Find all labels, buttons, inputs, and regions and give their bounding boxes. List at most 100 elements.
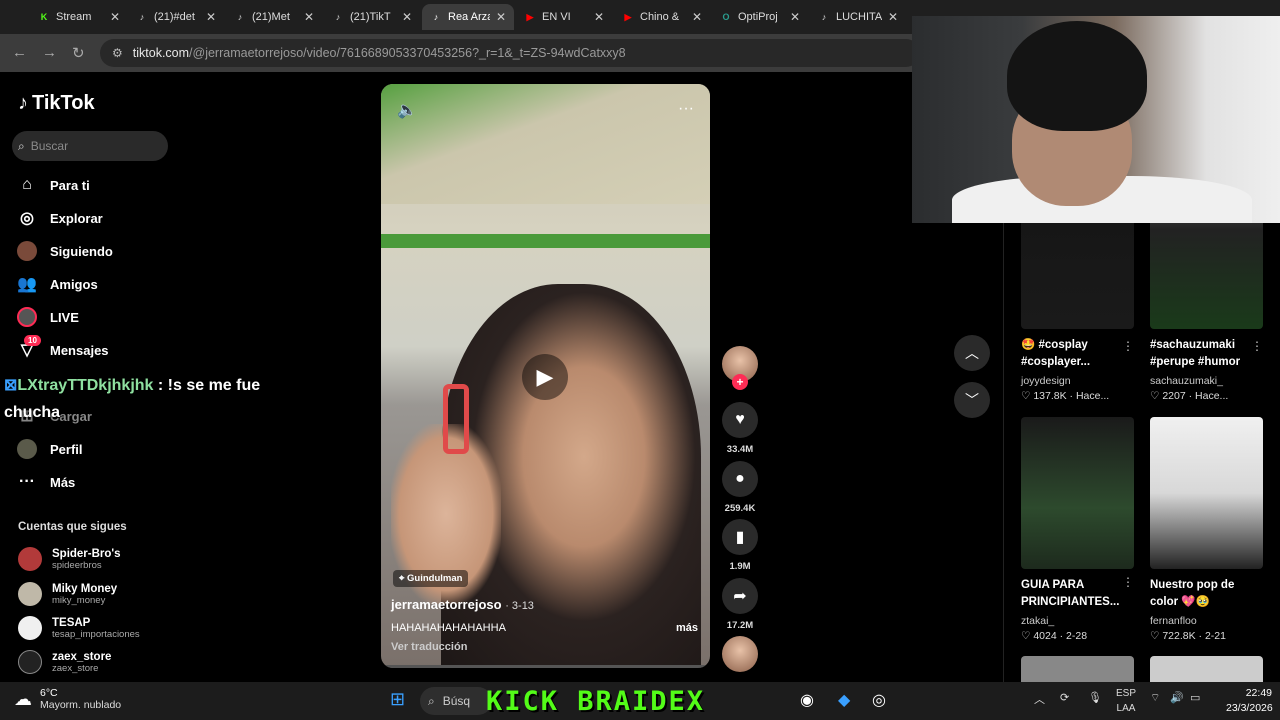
- nav-profile[interactable]: Perfil: [16, 436, 83, 462]
- site-settings-icon[interactable]: ⚙: [112, 46, 123, 60]
- reload-icon[interactable]: ↻: [72, 44, 85, 62]
- like-button[interactable]: ♥ 33.4M: [720, 402, 760, 455]
- location-tag[interactable]: ⌖ Guindulman: [393, 570, 469, 587]
- messages-icon: ▽ 10: [16, 335, 41, 361]
- nav-friends[interactable]: 👥 Amigos: [16, 271, 98, 297]
- weather-widget[interactable]: ☁ 6°C Mayorm. nublado: [14, 687, 121, 711]
- close-icon[interactable]: ✕: [402, 10, 412, 24]
- video-thumbnail: [1150, 417, 1263, 569]
- sync-icon[interactable]: ⟳: [1060, 691, 1069, 704]
- nav-following[interactable]: Siguiendo: [16, 238, 113, 264]
- nav-live[interactable]: LIVE: [16, 304, 79, 330]
- previous-video-button[interactable]: ︿: [954, 335, 990, 371]
- volume-icon[interactable]: 🔈: [397, 100, 417, 120]
- related-title: GUIA PARA PRINCIPIANTES...: [1021, 579, 1120, 608]
- close-icon[interactable]: ✕: [110, 10, 120, 24]
- browser-tab[interactable]: ▶ Chino & ✕: [614, 4, 710, 30]
- browser-tab-active[interactable]: ♪ Rea Arza ✕: [422, 4, 514, 30]
- video-caption: HAHAHAHAHAHAHHA: [391, 622, 506, 634]
- search-placeholder: Buscar: [30, 139, 69, 153]
- related-video-card[interactable]: ⋮ #sachauzumaki #perupe #humor sachauzum…: [1150, 82, 1263, 402]
- account-name: TESAP: [52, 616, 91, 629]
- mic-icon[interactable]: 🎙: [1088, 691, 1102, 704]
- video-player[interactable]: 🔈 ··· ▶ ⌖ Guindulman jerramaetorrejoso ·…: [381, 84, 710, 668]
- comment-button[interactable]: ● 259.4K: [720, 461, 760, 514]
- close-icon[interactable]: ✕: [888, 10, 898, 24]
- back-icon[interactable]: ←: [12, 44, 27, 61]
- chat-user-icon: ⊠: [4, 377, 18, 394]
- related-title: 🤩 #cosplay #cosplayer...: [1021, 339, 1091, 368]
- battery-icon[interactable]: ▭: [1190, 691, 1200, 704]
- following-account[interactable]: TESAP tesap_importaciones: [18, 616, 140, 640]
- browser-tab[interactable]: ♪ (21)#det ✕: [128, 4, 224, 30]
- video-author[interactable]: jerramaetorrejoso · 3-13: [391, 597, 534, 612]
- music-avatar-button[interactable]: [720, 636, 760, 672]
- system-clock[interactable]: 22:49 23/3/2026: [1226, 686, 1273, 716]
- language-indicator[interactable]: ESP LAA: [1116, 686, 1136, 716]
- more-icon[interactable]: ⋮: [1122, 339, 1134, 353]
- nav-label: LIVE: [50, 309, 79, 325]
- play-button[interactable]: ▶: [522, 354, 568, 400]
- nav-for-you[interactable]: ⌂ Para ti: [16, 172, 90, 198]
- close-icon[interactable]: ✕: [692, 10, 702, 24]
- following-account[interactable]: zaex_store zaex_store: [18, 650, 111, 674]
- tab-title: OptiProj: [738, 11, 778, 23]
- follow-plus-icon[interactable]: +: [732, 374, 748, 390]
- avatar: [18, 582, 42, 606]
- app-icon[interactable]: ◎: [872, 690, 886, 710]
- tiktok-logo[interactable]: ♪ TikTok: [18, 92, 95, 115]
- creator-avatar-button[interactable]: +: [720, 346, 760, 390]
- lang-secondary: LAA: [1116, 703, 1136, 714]
- nav-explore[interactable]: ◎ Explorar: [16, 205, 103, 231]
- search-input[interactable]: ⌕ Buscar: [12, 131, 168, 161]
- nav-label: Para ti: [50, 177, 90, 193]
- volume-icon[interactable]: 🔊: [1170, 691, 1184, 704]
- nav-messages[interactable]: ▽ 10 Mensajes: [16, 335, 109, 363]
- following-account[interactable]: Miky Money miky_money: [18, 582, 117, 606]
- url-field[interactable]: ⚙ tiktok.com/@jerramaetorrejoso/video/76…: [100, 39, 920, 67]
- more-icon[interactable]: ⋮: [1122, 575, 1134, 589]
- nav-label: Siguiendo: [50, 243, 113, 259]
- next-video-button[interactable]: ﹀: [954, 382, 990, 418]
- windows-start-icon[interactable]: ⊞: [390, 689, 405, 710]
- forward-icon[interactable]: →: [42, 44, 57, 61]
- account-name: zaex_store: [52, 650, 112, 663]
- browser-tab[interactable]: K Stream ✕: [30, 4, 128, 30]
- translate-link[interactable]: Ver traducción: [391, 641, 467, 653]
- chevron-down-icon: ﹀: [965, 392, 979, 408]
- nav-more[interactable]: ··· Más: [16, 469, 75, 495]
- taskbar-search[interactable]: ⌕ Búsq: [420, 687, 492, 715]
- browser-tab[interactable]: ♪ (21)TikT ✕: [324, 4, 420, 30]
- chat-username: LXtrayTTDkjhkjhk: [17, 377, 154, 394]
- following-account[interactable]: Spider-Bro's spideerbros: [18, 547, 121, 571]
- caption-more-link[interactable]: más: [676, 622, 698, 634]
- webcam-person-hair: [1007, 21, 1147, 131]
- wifi-icon[interactable]: ⌔: [1150, 691, 1160, 705]
- share-button[interactable]: ➦ 17.2M: [720, 578, 760, 631]
- tab-title: EN VI: [542, 11, 571, 23]
- tab-title: Stream: [56, 11, 92, 23]
- close-icon[interactable]: ✕: [790, 10, 800, 24]
- browser-tab[interactable]: ♪ (21)Met ✕: [226, 4, 322, 30]
- account-handle: spideerbros: [52, 559, 102, 571]
- related-video-card[interactable]: ⋮ GUIA PARA PRINCIPIANTES... ztakai_ ♡ 4…: [1021, 417, 1134, 642]
- account-handle: tesap_importaciones: [52, 628, 140, 640]
- close-icon[interactable]: ✕: [304, 10, 314, 24]
- more-icon[interactable]: ⋮: [1251, 339, 1263, 353]
- app-icon[interactable]: ◉: [800, 690, 814, 710]
- related-video-card[interactable]: Nuestro pop de color 💖🥹 fernanfloo ♡ 722…: [1150, 417, 1263, 642]
- save-button[interactable]: ▮ 1.9M: [720, 519, 760, 572]
- close-icon[interactable]: ✕: [496, 10, 506, 24]
- video-thumbnail: [1021, 656, 1134, 682]
- related-author: sachauzumaki_: [1150, 375, 1223, 387]
- chevron-up-icon[interactable]: ︿: [1034, 691, 1045, 707]
- more-options-icon[interactable]: ···: [678, 100, 694, 118]
- video-progress-bar[interactable]: [381, 665, 710, 668]
- browser-tab[interactable]: O OptiProj ✕: [712, 4, 808, 30]
- close-icon[interactable]: ✕: [206, 10, 216, 24]
- browser-tab[interactable]: ♪ LUCHITA ✕: [810, 4, 906, 30]
- app-icon[interactable]: ◆: [838, 690, 850, 710]
- browser-tab[interactable]: ▶ EN VI ✕: [516, 4, 612, 30]
- related-video-card[interactable]: ⋮ 🤩 #cosplay #cosplayer... joyydesign ♡ …: [1021, 82, 1134, 402]
- close-icon[interactable]: ✕: [594, 10, 604, 24]
